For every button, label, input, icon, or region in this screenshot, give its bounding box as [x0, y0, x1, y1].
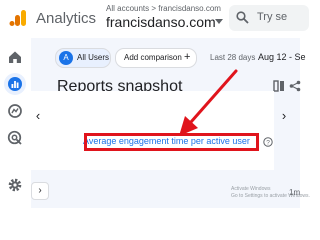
settings-icon [8, 178, 22, 192]
nav-explore[interactable] [4, 100, 26, 122]
nav-reports[interactable] [4, 73, 26, 95]
next-metric-button[interactable]: › [277, 108, 291, 123]
share-icon[interactable] [289, 80, 301, 92]
explore-icon [8, 104, 22, 118]
advertising-icon [7, 130, 22, 145]
previous-metric-button[interactable]: ‹ [31, 108, 45, 123]
nav-home[interactable] [4, 46, 26, 68]
search-icon [236, 11, 249, 24]
property-selector[interactable]: francisdanso.com [106, 14, 216, 30]
app-title: Analytics [36, 10, 97, 27]
home-icon [9, 51, 21, 63]
search-placeholder: Try se [257, 11, 288, 23]
account-breadcrumb[interactable]: All accounts > francisdanso.com [106, 4, 221, 13]
reports-icon [8, 77, 22, 91]
help-icon[interactable]: ? [263, 137, 273, 147]
all-users-chip[interactable]: A All Users [55, 48, 111, 68]
date-range-label: Last 28 days [210, 53, 256, 62]
top-header: Analytics All accounts > francisdanso.co… [0, 0, 309, 39]
metric-value-partial: 1m [289, 188, 301, 197]
all-users-label: All Users [77, 53, 110, 62]
expand-sidebar-button[interactable]: › [31, 182, 49, 200]
add-comparison-label: Add comparison [124, 53, 182, 62]
annotation-highlight-box [84, 133, 259, 151]
avatar: A [59, 51, 73, 65]
nav-advertising[interactable] [4, 127, 26, 149]
date-range-selector[interactable]: Aug 12 - Se [258, 52, 306, 62]
svg-text:?: ? [266, 140, 270, 147]
search-input[interactable]: Try se [229, 5, 309, 31]
analytics-logo-icon[interactable] [9, 9, 27, 27]
plus-icon: + [184, 51, 191, 63]
nav-settings[interactable] [4, 174, 26, 196]
metric-card [24, 91, 274, 170]
chevron-down-icon[interactable] [215, 19, 223, 25]
compare-icon[interactable] [273, 80, 285, 92]
add-comparison-button[interactable]: Add comparison + [115, 48, 197, 68]
